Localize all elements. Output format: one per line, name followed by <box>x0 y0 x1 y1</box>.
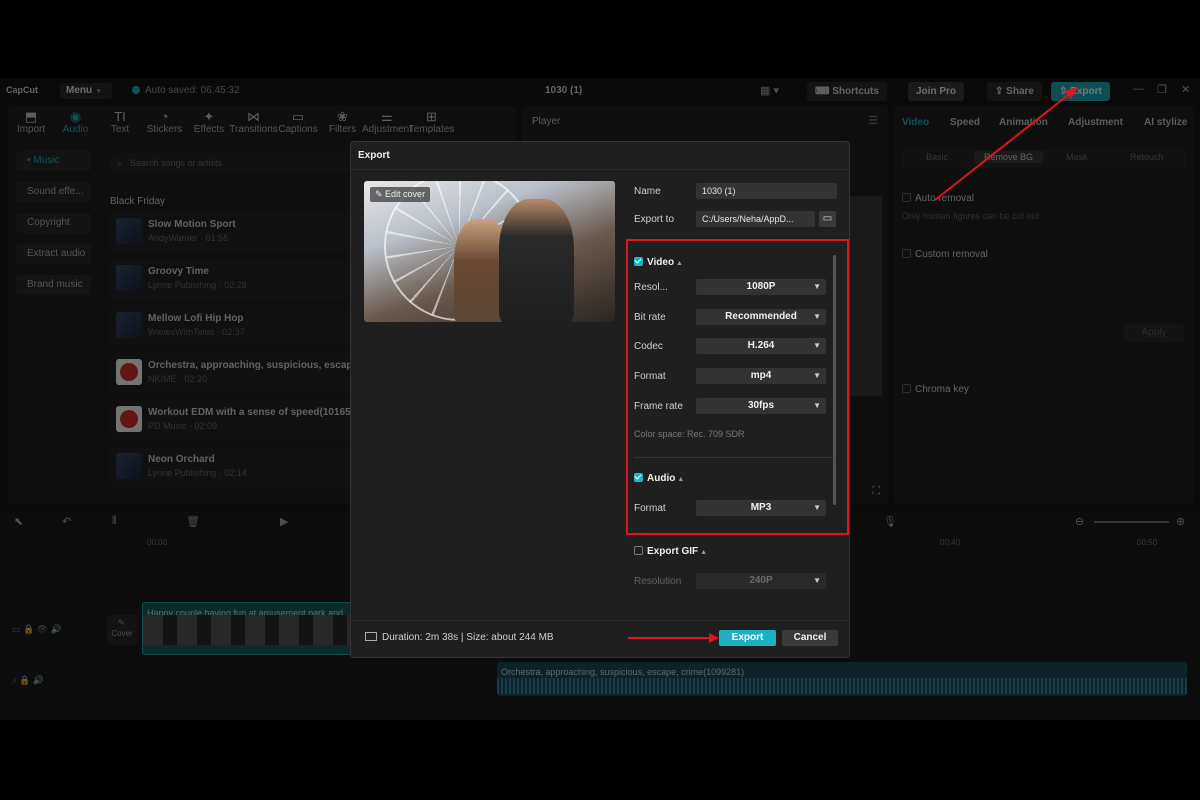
annotation-arrows <box>628 87 1078 643</box>
annotation-arrowhead-bottom <box>709 633 719 643</box>
annotation-arrow-top <box>934 91 1073 201</box>
